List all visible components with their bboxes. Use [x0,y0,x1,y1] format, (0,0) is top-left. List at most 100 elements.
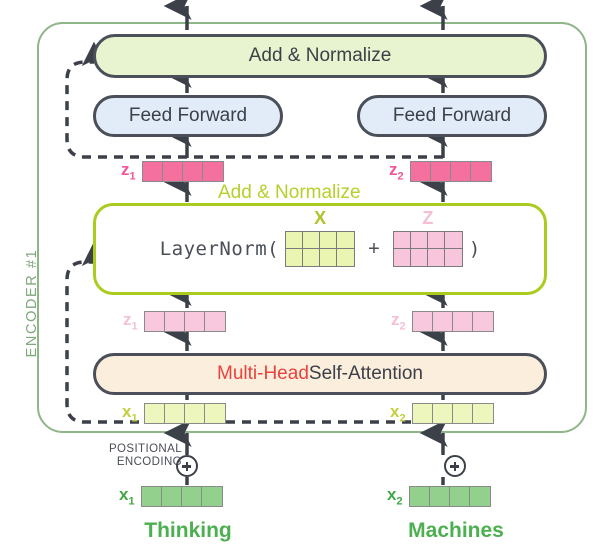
vector-z2-normalized-cells [409,160,492,182]
matrix-cell [393,232,411,249]
vector-cell [182,161,203,181]
vector-z1-attention-output-cells [143,310,226,332]
layernorm-expression: LayerNorm( X + Z) [96,208,544,267]
vector-cell [412,403,433,423]
matrix-x: X [285,208,356,267]
vector-cell [470,161,491,181]
matrix-cell [337,232,355,249]
vector-cell [184,403,205,423]
multi-head-highlight-label: Multi-Head [217,363,309,384]
vector-cell [144,311,165,331]
vector-x1-embedding-cells [140,485,223,507]
encoder-label: ENCODER #1 [24,248,40,358]
vector-z1-attention-output-label: z1 [123,310,138,333]
layernorm-open-text: LayerNorm( [159,238,280,260]
vector-cell [409,486,430,506]
vector-cell [162,161,183,181]
vector-x1-with-positional: x1 [122,402,226,424]
vector-cell [410,161,431,181]
layernorm-plus-sign: + [368,237,380,260]
vector-z1-attention-output: z1 [123,310,226,332]
vector-z2-normalized-label: z2 [389,160,404,183]
vector-cell [201,486,222,506]
feed-forward-right-block[interactable]: Feed Forward [357,95,547,137]
matrix-cell [410,249,428,266]
vector-cell [472,403,493,423]
vector-cell [144,403,165,423]
plus-circle-icon [176,455,198,477]
matrix-cell [303,249,321,266]
vector-z2-attention-output-label: z2 [391,310,406,333]
vector-cell [204,403,225,423]
vector-z2-normalized: z2 [389,160,492,182]
matrix-cell [410,232,428,249]
vector-z2-attention-output: z2 [391,310,494,332]
vector-cell [142,161,163,181]
feed-forward-left-block[interactable]: Feed Forward [93,95,283,137]
matrix-cell [337,249,355,266]
vector-x1-with-positional-cells [143,402,226,424]
matrix-x-label: X [314,208,327,228]
vector-cell [202,161,223,181]
vector-cell [449,486,470,506]
matrix-cell [286,232,304,249]
vector-cell [469,486,490,506]
vector-cell [164,403,185,423]
vector-z1-normalized: z1 [121,160,224,182]
vector-cell [164,311,185,331]
vector-cell [141,486,162,506]
vector-cell [412,311,433,331]
vector-cell [472,311,493,331]
matrix-cell [320,249,338,266]
feed-forward-left-label: Feed Forward [128,105,248,126]
vector-cell [429,486,450,506]
matrix-cell [286,249,304,266]
plus-circle-icon [444,455,466,477]
positional-encoding-line1: POSITIONAL [108,443,182,455]
matrix-cell [444,249,462,266]
feed-forward-right-label: Feed Forward [392,105,512,126]
vector-cell [204,311,225,331]
vector-z1-normalized-cells [141,160,224,182]
matrix-z-cells [392,231,463,267]
vector-x2-embedding: x2 [387,485,491,507]
layernorm-block[interactable]: LayerNorm( X + Z) [93,203,547,295]
vector-x2-with-positional-label: x2 [390,402,406,425]
vector-cell [184,311,205,331]
multi-head-self-attention-block[interactable]: Multi-Head Self-Attention [93,353,547,395]
vector-cell [161,486,182,506]
matrix-z: Z [392,208,463,267]
positional-encoding-line2: ENCODING [116,456,182,468]
vector-x2-with-positional: x2 [390,402,494,424]
add-and-normalize-top-block[interactable]: Add & Normalize [93,34,547,78]
matrix-cell [427,232,445,249]
add-and-normalize-top-label: Add & Normalize [248,45,392,66]
vector-cell [452,311,473,331]
vector-cell [432,403,453,423]
matrix-cell [320,232,338,249]
matrix-cell [427,249,445,266]
matrix-z-label: Z [422,208,434,228]
vector-cell [450,161,471,181]
matrix-x-cells [285,231,356,267]
layernorm-close-paren: ) [468,238,481,260]
vector-cell [432,311,453,331]
vector-cell [181,486,202,506]
vector-cell [430,161,451,181]
vector-x1-with-positional-label: x1 [122,402,138,425]
vector-x1-embedding: x1 [119,485,223,507]
input-word-thinking: Thinking [144,519,232,542]
add-and-normalize-caption: Add & Normalize [218,182,361,203]
matrix-cell [303,232,321,249]
vector-z2-attention-output-cells [411,310,494,332]
vector-cell [452,403,473,423]
vector-x2-embedding-cells [408,485,491,507]
positional-encoding-label: POSITIONAL ENCODING [86,443,182,469]
vector-x1-embedding-label: x1 [119,485,135,508]
vector-z1-normalized-label: z1 [121,160,136,183]
matrix-cell [393,249,411,266]
input-word-machines: Machines [408,519,504,542]
vector-x2-with-positional-cells [411,402,494,424]
vector-x2-embedding-label: x2 [387,485,403,508]
matrix-cell [444,232,462,249]
